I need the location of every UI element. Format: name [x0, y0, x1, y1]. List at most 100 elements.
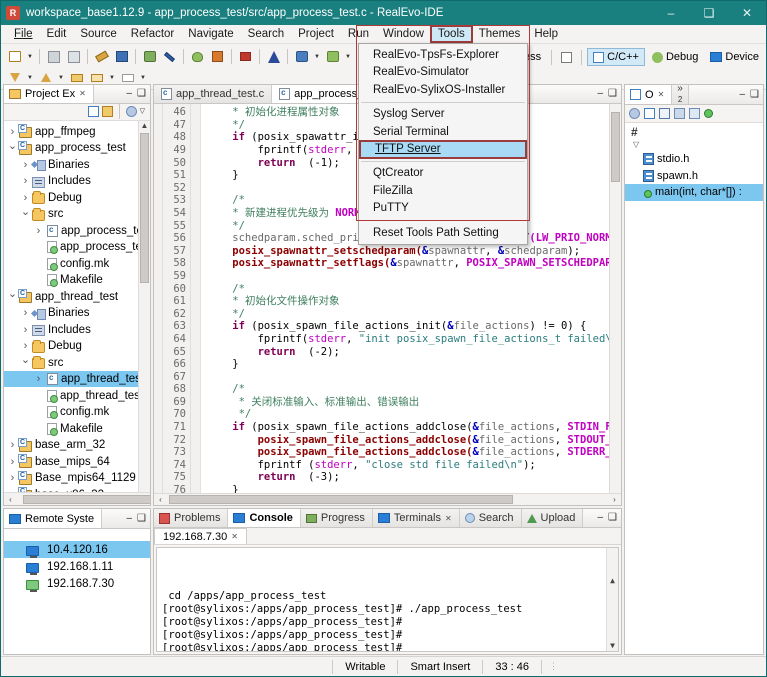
menu-item-reset-tools-path-setting[interactable]: Reset Tools Path Setting: [359, 224, 527, 242]
tree-expand-arrow-icon[interactable]: [19, 192, 32, 204]
tab-terminals-close[interactable]: ✕: [445, 514, 452, 523]
outline-maximize[interactable]: ❑: [750, 90, 759, 100]
tree-expand-arrow-icon[interactable]: [19, 324, 32, 336]
remote-systems-minimize[interactable]: –: [126, 514, 132, 524]
code-line[interactable]: fprintf (stderr, "close std file failed\…: [207, 459, 609, 472]
tree-expand-arrow-icon[interactable]: [19, 175, 32, 187]
view-filter-icon[interactable]: [126, 106, 137, 117]
tree-item[interactable]: app_thread_test.m: [4, 387, 150, 404]
debug-dropdown-icon[interactable]: ▼: [312, 47, 322, 66]
tab-console[interactable]: Console: [228, 509, 300, 527]
code-line[interactable]: posix_spawn_file_actions_addclose(&file_…: [207, 434, 609, 447]
tree-item[interactable]: Makefile: [4, 272, 150, 289]
console-subtab-host[interactable]: 192.168.7.30 ✕: [154, 528, 247, 544]
menu-item-putty[interactable]: PuTTY: [359, 200, 527, 218]
tree-collapse-arrow-icon[interactable]: [19, 208, 32, 221]
tree-item[interactable]: app_process_test: [4, 140, 150, 157]
console-subtab-close[interactable]: ✕: [231, 532, 238, 541]
tab-outline[interactable]: O ✕: [625, 85, 672, 104]
new-icon[interactable]: [5, 47, 24, 66]
menu-project[interactable]: Project: [291, 26, 341, 42]
project-tree-scroll-left[interactable]: ‹: [4, 495, 17, 504]
code-line[interactable]: [207, 371, 609, 384]
outline-minimize[interactable]: –: [739, 90, 745, 100]
editor-vscrollbar[interactable]: [609, 104, 621, 492]
remote-systems-maximize[interactable]: ❑: [137, 514, 146, 524]
link-with-editor-icon[interactable]: [102, 106, 113, 117]
code-line[interactable]: return (-3);: [207, 471, 609, 484]
tree-item[interactable]: src: [4, 206, 150, 223]
project-explorer-maximize[interactable]: ❑: [137, 89, 146, 99]
tree-expand-arrow-icon[interactable]: [32, 225, 45, 237]
tree-item[interactable]: Includes: [4, 321, 150, 338]
menu-refactor[interactable]: Refactor: [124, 26, 181, 42]
tree-item[interactable]: Includes: [4, 173, 150, 190]
open-element-icon[interactable]: [112, 47, 131, 66]
code-line[interactable]: posix_spawnattr_setschedparam(&spawnattr…: [207, 245, 609, 258]
save-all-icon[interactable]: [64, 47, 83, 66]
menu-edit[interactable]: Edit: [40, 26, 74, 42]
menu-help[interactable]: Help: [527, 26, 565, 42]
menu-item-realevo-tpsfs-explorer[interactable]: RealEvo-TpsFs-Explorer: [359, 46, 527, 64]
build-hammer-icon[interactable]: [92, 47, 111, 66]
editor-tab-app-thread-test[interactable]: app_thread_test.c: [154, 85, 272, 103]
collapse-all-icon[interactable]: [88, 106, 99, 117]
tab-search[interactable]: Search: [460, 509, 522, 527]
tab-overflow[interactable]: » 2: [672, 85, 689, 104]
menu-item-serial-terminal[interactable]: Serial Terminal: [359, 123, 527, 141]
console-vscrollbar[interactable]: ▲ ▼: [606, 548, 618, 651]
console-minimize[interactable]: –: [597, 513, 603, 523]
code-line[interactable]: fprintf(stderr, "init posix_spawn_file_a…: [207, 333, 609, 346]
tree-item[interactable]: app_ffmpeg: [4, 123, 150, 140]
hide-static-icon[interactable]: [689, 108, 700, 119]
code-line[interactable]: /*: [207, 283, 609, 296]
tab-upload[interactable]: Upload: [522, 509, 584, 527]
tab-project-explorer-close[interactable]: ✕: [79, 89, 86, 98]
status-resize-grip[interactable]: ⋮: [541, 660, 566, 674]
menu-themes[interactable]: Themes: [472, 26, 528, 42]
project-explorer-minimize[interactable]: –: [126, 89, 132, 99]
code-line[interactable]: posix_spawnattr_setflags(&spawnattr, POS…: [207, 257, 609, 270]
code-line[interactable]: [207, 270, 609, 283]
tree-item[interactable]: app_process_test.r: [4, 239, 150, 256]
tab-progress[interactable]: Progress: [301, 509, 373, 527]
tree-item[interactable]: app_process_te: [4, 222, 150, 239]
menu-item-qtcreator[interactable]: QtCreator: [359, 165, 527, 183]
hide-nonpublic-icon[interactable]: [704, 109, 713, 118]
tree-item[interactable]: src: [4, 354, 150, 371]
outline-expand-toggle[interactable]: ▽: [625, 139, 763, 151]
tree-item[interactable]: config.mk: [4, 255, 150, 272]
menu-tools[interactable]: Tools: [431, 26, 472, 42]
editor-htrack[interactable]: [167, 494, 608, 505]
code-line[interactable]: * 关闭标准输入、标准输出、错误输出: [207, 396, 609, 409]
menu-window[interactable]: Window: [376, 26, 431, 42]
code-line[interactable]: */: [207, 408, 609, 421]
perspective-debug[interactable]: Debug: [647, 49, 703, 65]
menu-item-realevo-simulator[interactable]: RealEvo-Simulator: [359, 64, 527, 82]
open-perspective-icon[interactable]: [557, 48, 576, 67]
outline-item[interactable]: main(int, char*[]) :: [625, 184, 763, 201]
console-scroll-down[interactable]: ▼: [607, 639, 618, 651]
tab-outline-close[interactable]: ✕: [658, 90, 665, 99]
console-scroll-up[interactable]: ▲: [607, 574, 618, 586]
code-line[interactable]: }: [207, 358, 609, 371]
editor-minimize[interactable]: –: [597, 89, 603, 99]
tab-project-explorer[interactable]: Project Ex ✕: [4, 85, 94, 103]
tree-collapse-arrow-icon[interactable]: [19, 356, 32, 369]
editor-hscrollbar[interactable]: ‹ ›: [154, 493, 621, 506]
menu-file[interactable]: File: [7, 26, 40, 42]
view-menu-icon[interactable]: ▽: [140, 108, 145, 115]
menu-item-realevo-sylixos-installer[interactable]: RealEvo-SylixOS-Installer: [359, 81, 527, 99]
editor-folding-bar[interactable]: [191, 104, 201, 492]
tree-item[interactable]: Makefile: [4, 420, 150, 437]
build-all-icon[interactable]: [140, 47, 159, 66]
close-button[interactable]: ✕: [728, 1, 766, 25]
tree-item[interactable]: config.mk: [4, 404, 150, 421]
menu-search[interactable]: Search: [241, 26, 291, 42]
focus-on-selection-icon[interactable]: [629, 108, 640, 119]
run-triangle-icon[interactable]: [264, 47, 283, 66]
new-dropdown-icon[interactable]: ▼: [25, 47, 35, 66]
code-line[interactable]: posix_spawn_file_actions_addclose(&file_…: [207, 446, 609, 459]
tree-expand-arrow-icon[interactable]: [19, 340, 32, 352]
code-line[interactable]: */: [207, 308, 609, 321]
